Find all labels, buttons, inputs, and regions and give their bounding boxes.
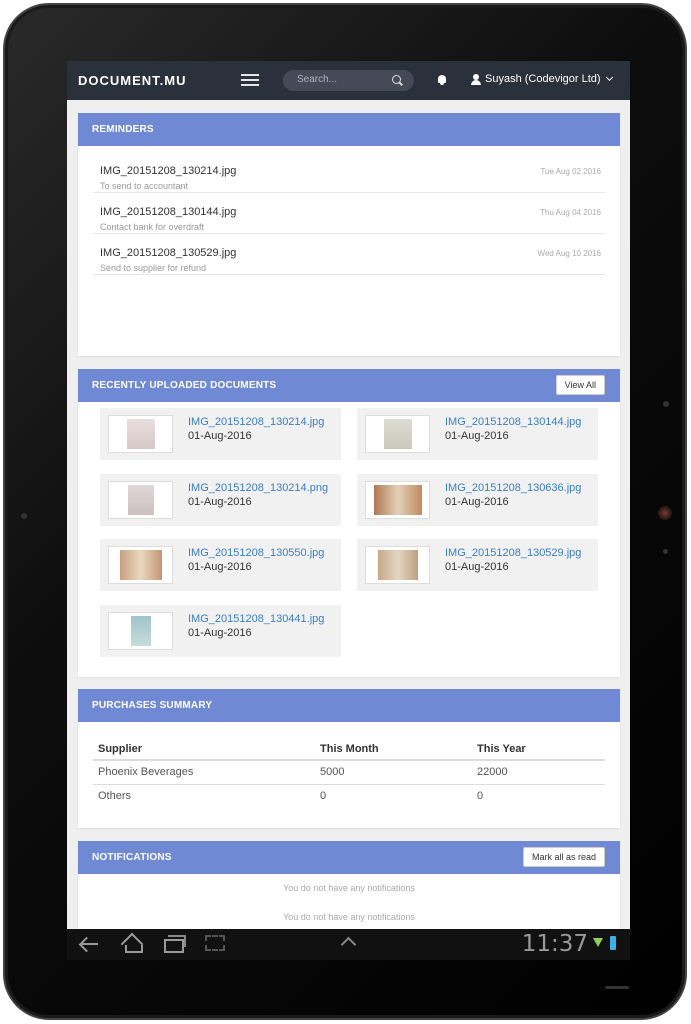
notifications-title: NOTIFICATIONS <box>92 852 172 863</box>
document-thumbnail <box>365 481 430 519</box>
document-date: 01-Aug-2016 <box>445 430 509 442</box>
document-card[interactable]: IMG_20151208_130214.png 01-Aug-2016 <box>100 474 341 526</box>
table-cell: 0 <box>320 790 327 803</box>
reminder-note: Contact bank for overdraft <box>100 222 205 232</box>
home-icon[interactable] <box>119 935 145 953</box>
column-header: This Month <box>315 738 472 761</box>
table-header-row: Supplier This Month This Year <box>93 738 605 761</box>
document-link[interactable]: IMG_20151208_130144.jpg <box>445 416 581 428</box>
reminder-file: IMG_20151208_130214.jpg <box>100 165 237 177</box>
search-box <box>283 70 414 91</box>
view-all-button[interactable]: View All <box>555 375 605 395</box>
sensor-dot <box>663 549 668 554</box>
notifications-panel: NOTIFICATIONS Mark all as read You do no… <box>78 841 620 941</box>
back-icon[interactable] <box>79 935 99 953</box>
reminders-title: REMINDERS <box>78 113 620 146</box>
document-date: 01-Aug-2016 <box>445 496 509 508</box>
search-icon[interactable] <box>392 75 401 84</box>
speaker-slot <box>605 986 629 989</box>
reminders-panel: REMINDERS IMG_20151208_130214.jpg To sen… <box>78 113 620 356</box>
reminder-file: IMG_20151208_130144.jpg <box>100 206 237 218</box>
camera <box>658 506 672 520</box>
user-menu[interactable]: Suyash (Codevigor Ltd) <box>471 73 613 85</box>
document-thumbnail <box>108 546 173 584</box>
document-link[interactable]: IMG_20151208_130550.jpg <box>188 547 324 559</box>
battery-icon <box>610 936 616 950</box>
hamburger-menu-icon[interactable] <box>241 74 259 87</box>
document-card[interactable]: IMG_20151208_130144.jpg 01-Aug-2016 <box>357 408 598 460</box>
system-navigation-bar: 11:37 <box>67 929 630 960</box>
document-thumbnail <box>365 415 430 453</box>
document-link[interactable]: IMG_20151208_130214.jpg <box>188 416 324 428</box>
search-input[interactable] <box>297 74 387 85</box>
document-thumbnail <box>365 546 430 584</box>
document-link[interactable]: IMG_20151208_130441.jpg <box>188 613 324 625</box>
document-date: 01-Aug-2016 <box>188 430 252 442</box>
reminder-item[interactable]: IMG_20151208_130529.jpg Send to supplier… <box>93 234 605 275</box>
table-row: Phoenix Beverages 5000 22000 <box>93 760 605 785</box>
empty-notifications-message: You do not have any notifications <box>283 883 415 893</box>
sensor-dot <box>663 401 669 407</box>
user-name: Suyash (Codevigor Ltd) <box>485 73 601 85</box>
user-icon <box>471 73 481 85</box>
system-clock: 11:37 <box>521 931 588 957</box>
table-cell: Others <box>98 790 132 803</box>
purchases-summary-title: PURCHASES SUMMARY <box>78 689 620 722</box>
reminder-date: Wed Aug 10 2016 <box>537 249 601 258</box>
document-date: 01-Aug-2016 <box>188 496 252 508</box>
table-row: Others 0 0 <box>93 784 605 808</box>
reminder-item[interactable]: IMG_20151208_130144.jpg Contact bank for… <box>93 193 605 234</box>
recent-apps-icon[interactable] <box>164 935 186 953</box>
reminder-note: Send to supplier for refund <box>100 263 207 273</box>
document-link[interactable]: IMG_20151208_130529.jpg <box>445 547 581 559</box>
sensor-dot <box>21 513 27 519</box>
purchases-table: Supplier This Month This Year Phoenix Be… <box>93 738 605 808</box>
document-thumbnail <box>108 612 173 650</box>
wifi-icon <box>593 938 603 950</box>
document-card[interactable]: IMG_20151208_130550.jpg 01-Aug-2016 <box>100 539 341 591</box>
document-card[interactable]: IMG_20151208_130636.jpg 01-Aug-2016 <box>357 474 598 526</box>
table-cell: Phoenix Beverages <box>93 760 315 785</box>
table-cell: 0 <box>477 790 484 803</box>
reminder-note: To send to accountant <box>100 181 189 191</box>
chevron-up-icon[interactable] <box>341 935 355 949</box>
purchases-summary-panel: PURCHASES SUMMARY Supplier This Month Th… <box>78 689 620 828</box>
recent-documents-panel: RECENTLY UPLOADED DOCUMENTS View All IMG… <box>78 369 620 677</box>
reminder-file: IMG_20151208_130529.jpg <box>100 247 237 259</box>
document-card[interactable]: IMG_20151208_130214.jpg 01-Aug-2016 <box>100 408 341 460</box>
document-thumbnail <box>108 415 173 453</box>
mark-all-read-button[interactable]: Mark all as read <box>522 847 605 867</box>
document-date: 01-Aug-2016 <box>188 627 252 639</box>
table-cell: 22000 <box>472 760 605 785</box>
recent-documents-title: RECENTLY UPLOADED DOCUMENTS <box>92 380 277 391</box>
document-link[interactable]: IMG_20151208_130214.png <box>188 482 328 494</box>
reminder-item[interactable]: IMG_20151208_130214.jpg To send to accou… <box>93 152 605 193</box>
document-card[interactable]: IMG_20151208_130529.jpg 01-Aug-2016 <box>357 539 598 591</box>
top-navbar: DOCUMENT.MU Suyash (Codevigor Ltd) <box>67 61 630 100</box>
empty-notifications-message: You do not have any notifications <box>283 912 415 922</box>
document-link[interactable]: IMG_20151208_130636.jpg <box>445 482 581 494</box>
column-header: Supplier <box>93 738 315 761</box>
document-card[interactable]: IMG_20151208_130441.jpg 01-Aug-2016 <box>100 605 341 657</box>
reminder-date: Tue Aug 02 2016 <box>540 167 601 176</box>
document-date: 01-Aug-2016 <box>445 561 509 573</box>
table-cell: 5000 <box>315 760 472 785</box>
screenshot-icon[interactable] <box>205 935 225 951</box>
column-header: This Year <box>472 738 605 761</box>
screen: DOCUMENT.MU Suyash (Codevigor Ltd) REMIN… <box>67 61 630 960</box>
bell-icon[interactable] <box>436 74 448 86</box>
reminder-date: Thu Aug 04 2016 <box>540 208 601 217</box>
document-date: 01-Aug-2016 <box>188 561 252 573</box>
brand-logo[interactable]: DOCUMENT.MU <box>78 73 187 88</box>
chevron-down-icon <box>605 73 613 82</box>
document-thumbnail <box>108 481 173 519</box>
